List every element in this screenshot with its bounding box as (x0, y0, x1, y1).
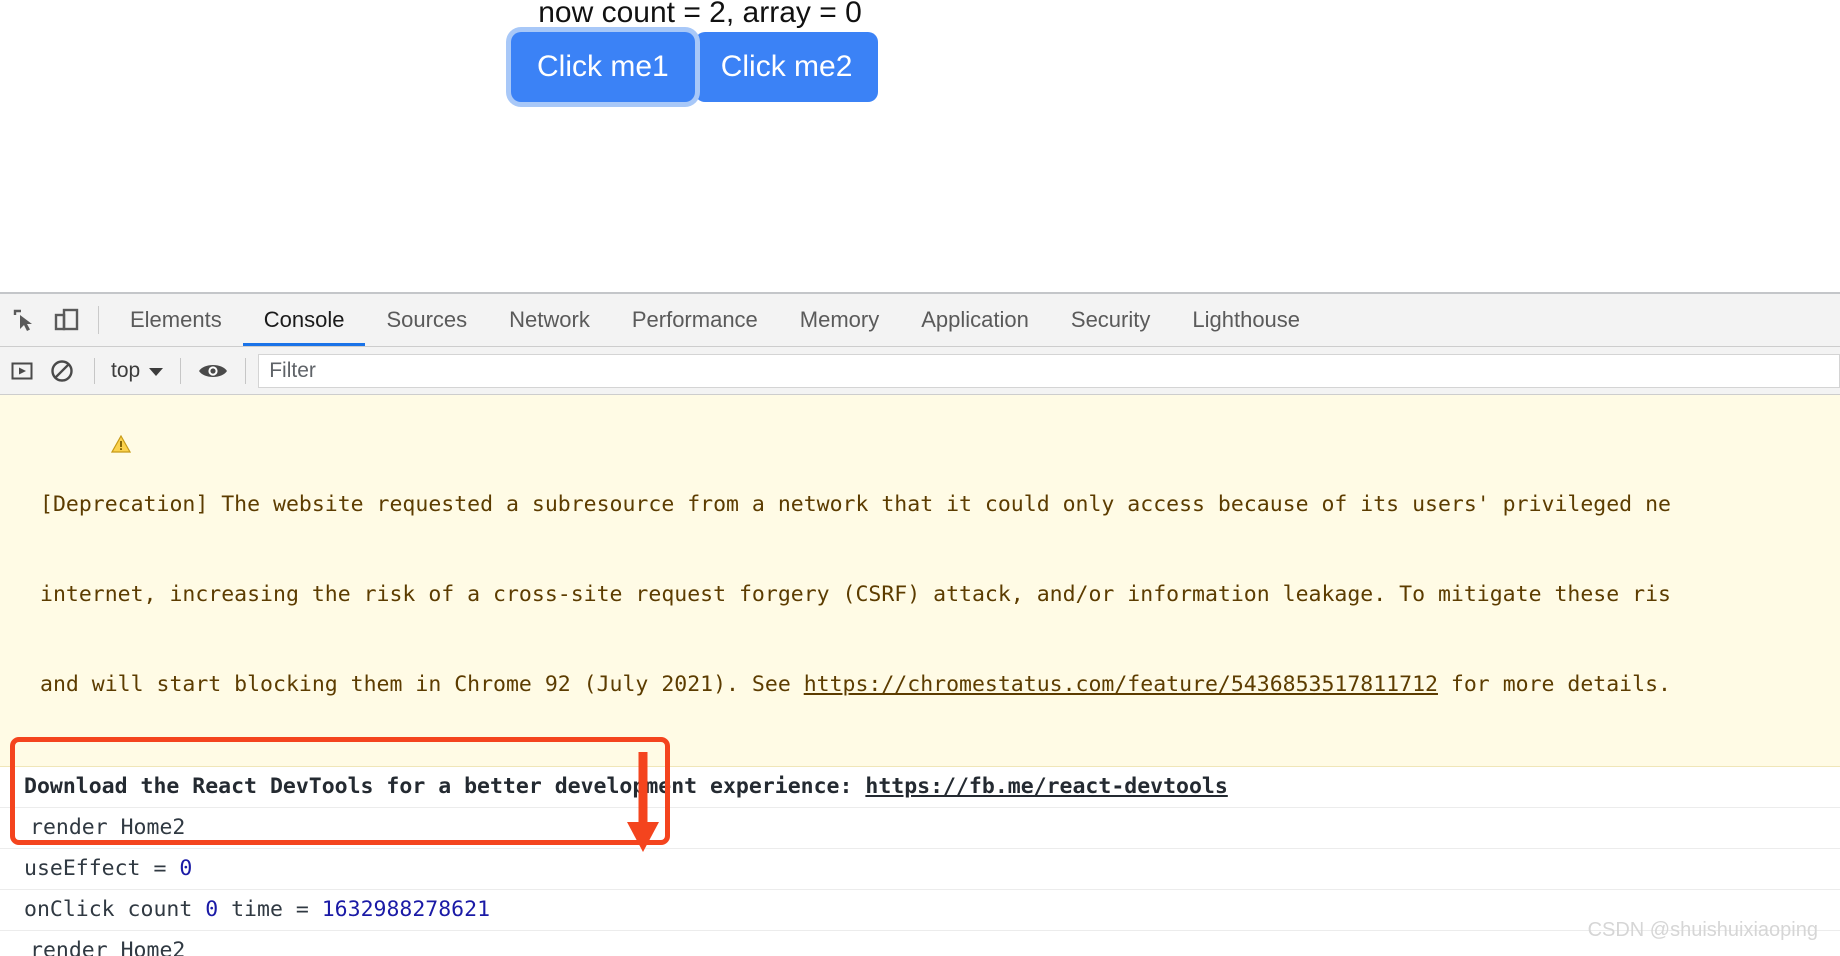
console-toolbar: top (0, 347, 1840, 395)
page-button-row: Click me1 Click me2 (511, 32, 879, 102)
web-page-content: now count = 2, array = 0 Click me1 Click… (0, 0, 1840, 292)
tab-application[interactable]: Application (900, 294, 1050, 346)
tab-security[interactable]: Security (1050, 294, 1171, 346)
console-row-onclick-count[interactable]: onClick count 0 time = 1632988278621 (0, 890, 1840, 931)
execution-context-label: top (111, 358, 141, 382)
warning-line-1: [Deprecation] The website requested a su… (40, 492, 1671, 517)
page-status-text: now count = 2, array = 0 (538, 0, 862, 29)
tab-performance[interactable]: Performance (611, 294, 779, 346)
log-value: 0 (179, 856, 193, 881)
filter-input[interactable] (258, 353, 1840, 388)
warning-line-3-pre: and will start blocking them in Chrome 9… (40, 672, 804, 697)
console-message-list[interactable]: [Deprecation] The website requested a su… (0, 395, 1840, 956)
run-script-icon[interactable] (2, 351, 42, 391)
log-value-count: 0 (205, 897, 219, 922)
toolbar-divider-1 (94, 357, 95, 384)
react-devtools-text: Download the React DevTools for a better… (24, 774, 866, 799)
tab-network[interactable]: Network (488, 294, 611, 346)
execution-context-dropdown[interactable]: top (107, 359, 168, 383)
tabstrip-divider (98, 306, 99, 334)
console-row-useeffect-0[interactable]: useEffect = 0 (0, 849, 1840, 890)
log-label: useEffect = (24, 856, 180, 881)
chromestatus-link[interactable]: https://chromestatus.com/feature/5436853… (804, 672, 1438, 697)
device-toolbar-icon[interactable] (46, 294, 88, 346)
log-value-time: 1632988278621 (321, 897, 491, 922)
devtools-panel: Elements Console Sources Network Perform… (0, 292, 1840, 956)
log-label-2: time = (218, 897, 322, 922)
tab-console[interactable]: Console (242, 294, 366, 346)
console-warning-message[interactable]: [Deprecation] The website requested a su… (0, 395, 1840, 767)
warning-line-2: internet, increasing the risk of a cross… (40, 582, 1671, 607)
console-react-devtools-message[interactable]: Download the React DevTools for a better… (0, 767, 1840, 808)
tab-memory[interactable]: Memory (779, 294, 900, 346)
toolbar-divider-2 (180, 357, 182, 384)
console-row-render-home2-1[interactable]: render Home2 (0, 808, 1840, 849)
click-me1-button[interactable]: Click me1 (511, 32, 695, 102)
warning-triangle-icon (7, 402, 131, 492)
console-row-render-home2-2[interactable]: render Home2 (0, 931, 1840, 956)
devtools-tabstrip: Elements Console Sources Network Perform… (0, 294, 1840, 347)
warning-line-3: and will start blocking them in Chrome 9… (40, 670, 1840, 700)
tab-elements[interactable]: Elements (109, 294, 243, 346)
chevron-down-icon (148, 359, 164, 383)
tab-lighthouse[interactable]: Lighthouse (1171, 294, 1321, 346)
react-devtools-link[interactable]: https://fb.me/react-devtools (865, 774, 1227, 799)
warning-line-3-post: for more details. (1437, 672, 1671, 697)
log-label: onClick count (24, 897, 206, 922)
toolbar-divider-3 (245, 357, 247, 384)
console-sidebar-eye-icon[interactable] (193, 351, 233, 391)
clear-console-icon[interactable] (42, 351, 82, 391)
click-me2-button[interactable]: Click me2 (694, 32, 879, 102)
inspect-element-icon[interactable] (4, 294, 46, 346)
csdn-watermark: CSDN @shuishuixiaoping (1587, 919, 1818, 941)
tab-sources[interactable]: Sources (365, 294, 488, 346)
